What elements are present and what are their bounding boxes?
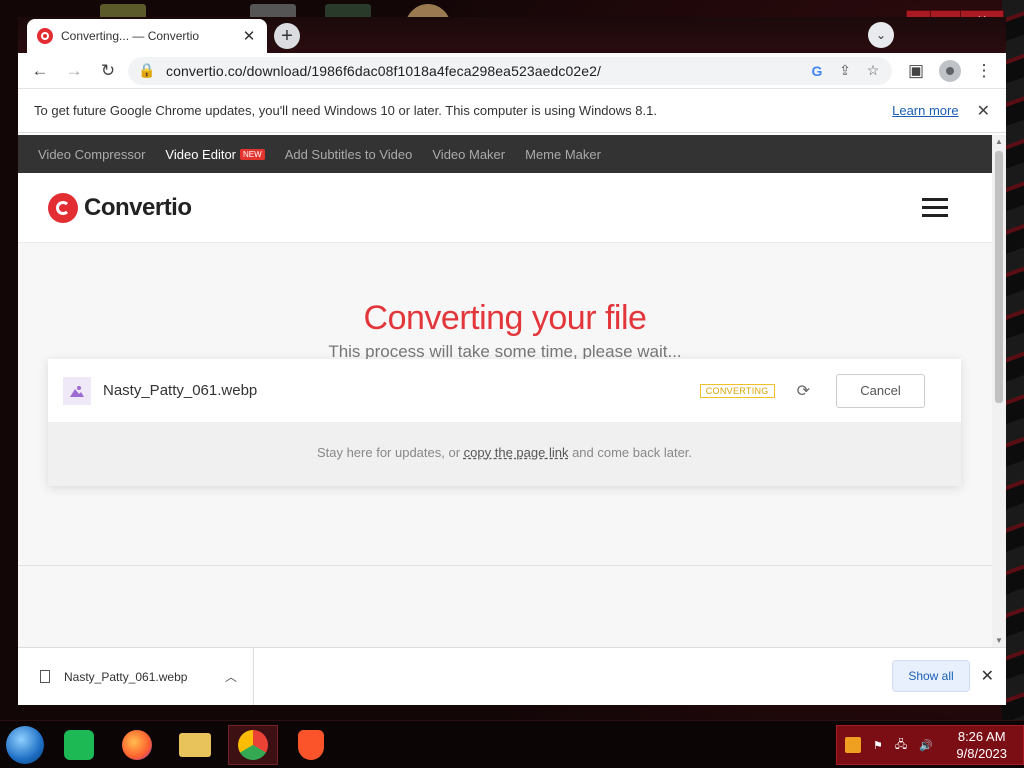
nav-video-maker[interactable]: Video Maker [432,147,505,162]
nav-meme-maker[interactable]: Meme Maker [525,147,601,162]
address-bar[interactable]: 🔒 convertio.co/download/1986f6dac08f1018… [128,56,892,85]
taskbar-brave[interactable] [286,725,336,765]
file-icon [40,670,50,683]
share-icon[interactable]: ⇪ [836,62,854,79]
convertio-favicon-icon [37,28,53,44]
page-title: Converting your file [363,299,647,337]
convertio-logo-icon [48,192,78,223]
profile-button[interactable] [936,57,964,85]
taskbar-firefox[interactable] [112,725,162,765]
file-name: Nasty_Patty_061.webp [103,382,258,399]
file-row: Nasty_Patty_061.webp CONVERTING ⟳ Cancel [48,359,961,422]
tab-close-icon[interactable]: ✕ [241,27,257,45]
reload-button[interactable]: ↻ [94,57,122,85]
status-badge: CONVERTING [699,383,775,398]
show-all-button[interactable]: Show all [892,660,970,692]
infobar-message: To get future Google Chrome updates, you… [34,103,657,118]
nav-video-editor[interactable]: Video Editor NEW [165,146,265,162]
start-button[interactable] [6,726,44,764]
tab-search-button[interactable]: ⌄ [868,22,894,48]
divider [18,565,992,566]
update-infobar: To get future Google Chrome updates, you… [18,89,1006,133]
copy-page-link[interactable]: copy the page link [464,445,569,460]
refresh-icon: ⟳ [796,382,810,400]
download-shelf-close-icon[interactable]: ✕ [981,666,994,686]
nav-video-editor-label: Video Editor [165,146,237,162]
page-viewport: Video Compressor Video Editor NEW Add Sub… [18,135,992,647]
download-shelf: Nasty_Patty_061.webp ︿ Show all ✕ [18,647,1006,705]
menu-kebab-icon[interactable]: ⋮ [970,57,998,85]
stay-text-before: Stay here for updates, or [316,445,464,460]
infobar-close-icon[interactable]: ✕ [977,101,990,121]
tray-app-icon[interactable] [845,737,861,753]
convertio-logo[interactable]: Convertio [48,192,192,223]
cancel-button[interactable]: Cancel [836,373,925,408]
clock-time: 8:26 AM [957,729,1006,744]
back-button[interactable]: ← [26,57,54,85]
taskbar-chrome[interactable] [228,725,278,765]
side-panel-icon[interactable]: ▣ [902,57,930,85]
image-file-icon [63,376,91,405]
volume-icon[interactable]: 🔊 [919,739,933,752]
scrollbar-thumb[interactable] [995,151,1003,403]
firefox-icon [122,730,152,760]
clock[interactable]: 8:26 AM 9/8/2023 [956,728,1007,762]
scroll-down-arrow-icon[interactable]: ▼ [995,636,1003,645]
browser-window: Converting... — Convertio ✕ + ⌄ ← → ↻ 🔒 … [18,17,1006,705]
avatar [939,59,961,82]
bookmark-star-icon[interactable]: ☆ [864,62,882,79]
stay-notice: Stay here for updates, or copy the page … [48,422,961,460]
tab-title: Converting... — Convertio [61,29,200,43]
taskbar-spotify[interactable] [54,725,104,765]
nav-add-subtitles[interactable]: Add Subtitles to Video [285,147,413,162]
site-header: Convertio [18,173,992,243]
chevron-up-icon[interactable]: ︿ [225,668,237,685]
logo-text: Convertio [84,193,192,221]
download-item[interactable]: Nasty_Patty_061.webp ︿ [18,648,254,705]
hero: Converting your file This process will t… [18,243,992,362]
brave-icon [298,730,324,760]
chrome-icon [238,730,268,760]
download-filename: Nasty_Patty_061.webp [64,669,188,684]
site-top-nav: Video Compressor Video Editor NEW Add Sub… [18,135,992,173]
stay-text-after: and come back later. [568,445,693,460]
system-tray: ⚑ 🖧 🔊 8:26 AM 9/8/2023 [836,725,1024,765]
forward-button[interactable]: → [60,57,88,85]
spotify-icon [64,730,94,760]
new-tab-button[interactable]: + [274,23,300,49]
folder-icon [179,733,211,757]
learn-more-link[interactable]: Learn more [892,103,958,118]
tab-strip: Converting... — Convertio ✕ + ⌄ [18,17,1006,53]
scroll-up-arrow-icon[interactable]: ▲ [995,137,1003,146]
hamburger-menu-icon[interactable] [922,198,948,217]
taskbar-file-explorer[interactable] [170,725,220,765]
browser-tab[interactable]: Converting... — Convertio ✕ [27,19,267,53]
page-scrollbar[interactable]: ▲ ▼ [992,135,1006,647]
network-icon[interactable]: 🖧 [895,736,907,755]
url-text[interactable]: convertio.co/download/1986f6dac08f1018a4… [166,63,798,79]
clock-date: 9/8/2023 [956,746,1007,761]
google-lens-icon[interactable]: G [808,63,826,79]
lock-icon[interactable]: 🔒 [138,62,156,79]
nav-video-compressor[interactable]: Video Compressor [38,147,145,162]
flag-icon[interactable]: ⚑ [873,739,883,752]
browser-toolbar: ← → ↻ 🔒 convertio.co/download/1986f6dac0… [18,53,1006,89]
file-card: Nasty_Patty_061.webp CONVERTING ⟳ Cancel… [48,359,961,486]
new-badge: NEW [240,148,265,160]
windows-taskbar: ⚑ 🖧 🔊 8:26 AM 9/8/2023 [0,720,1024,768]
